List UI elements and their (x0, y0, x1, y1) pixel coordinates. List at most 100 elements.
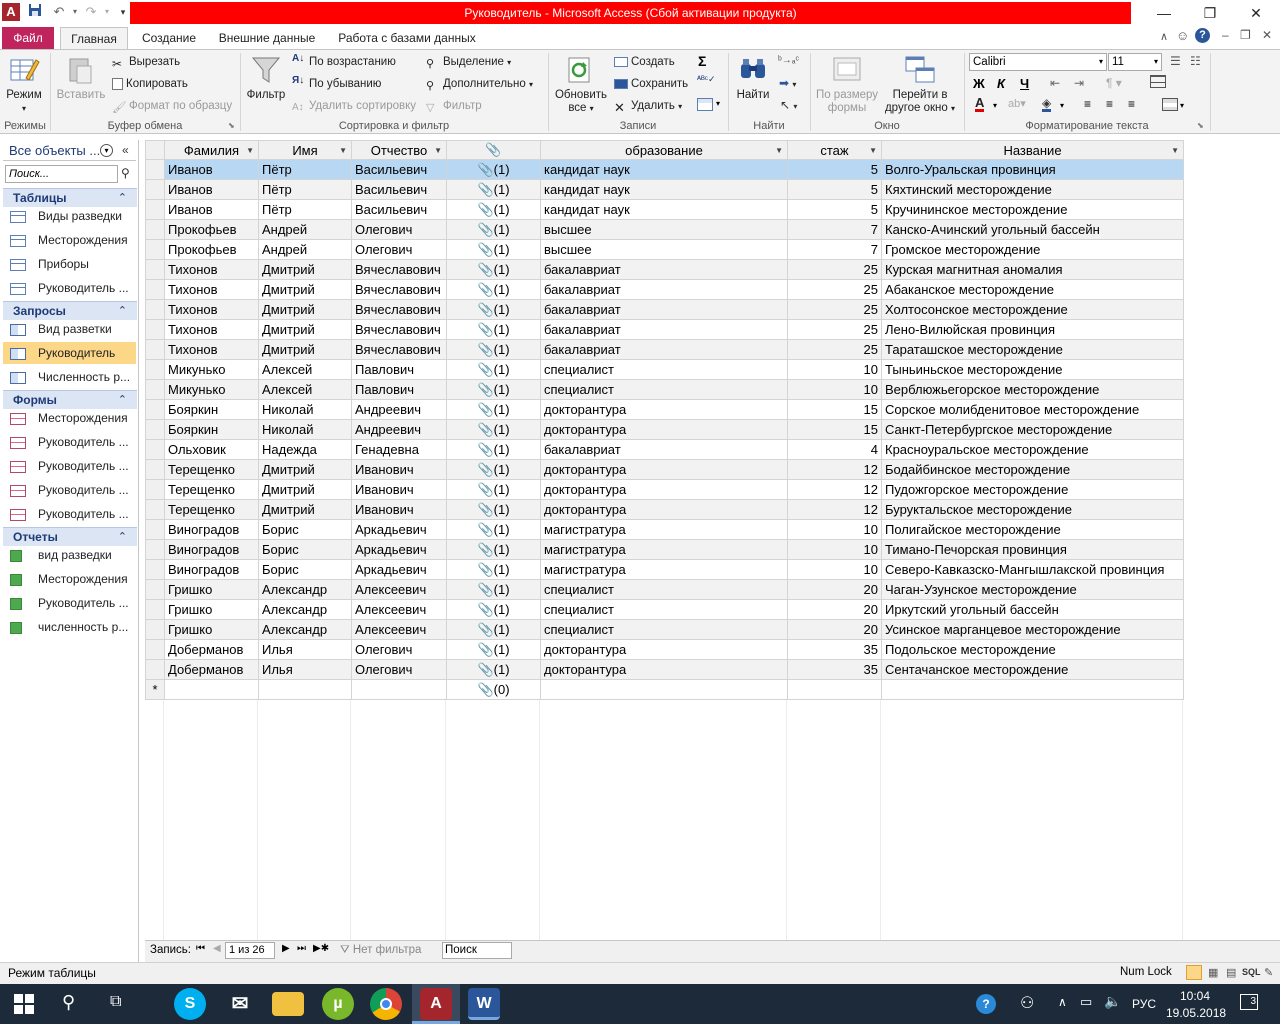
nav-category-icon[interactable]: ▾ (100, 144, 113, 157)
cell-patronymic[interactable]: Олегович (351, 219, 447, 240)
cell-attachment[interactable]: 📎(1) (446, 359, 541, 380)
table-row[interactable]: Иванов Пётр Васильевич 📎(1) кандидат наук 5 Кя… (145, 179, 1184, 200)
cell-firstname[interactable]: Александр (258, 619, 352, 640)
new-record-button[interactable]: Создать (614, 53, 675, 71)
cell-education[interactable]: высшее (540, 239, 788, 260)
sort-descending-button[interactable]: Я↓ По убыванию (292, 75, 381, 93)
table-row[interactable]: Тихонов Дмитрий Вячеславович 📎(1) бакалавриа… (145, 319, 1184, 340)
record-selector[interactable] (145, 459, 165, 480)
record-selector[interactable] (145, 539, 165, 560)
advanced-button[interactable]: ⚲ Дополнительно ▾ (426, 75, 533, 93)
text-format-launcher-icon[interactable]: ⬊ (1197, 121, 1204, 130)
cell-experience[interactable]: 25 (787, 279, 882, 300)
cell-name[interactable]: Лено-Вилюйская провинция (881, 319, 1184, 340)
windows-start-icon[interactable] (14, 994, 34, 1014)
align-center-icon[interactable]: ≡ (1106, 97, 1113, 111)
cell-attachment[interactable]: 📎(1) (446, 319, 541, 340)
font-color-dropdown-icon[interactable]: ▾ (993, 101, 997, 110)
cell-patronymic[interactable]: Аркадьевич (351, 519, 447, 540)
record-selector[interactable] (145, 519, 165, 540)
select-all-corner[interactable] (145, 140, 165, 160)
record-selector[interactable] (145, 599, 165, 620)
column-dropdown-icon[interactable]: ▼ (1171, 142, 1179, 159)
cell-education[interactable]: докторантура (540, 499, 788, 520)
table-row[interactable]: Терещенко Дмитрий Иванович 📎(1) докторантура… (145, 479, 1184, 500)
cell-name[interactable]: Верблюжьегорское месторождение (881, 379, 1184, 400)
cell-name[interactable] (881, 679, 1184, 700)
column-header-experience[interactable]: стаж ▼ (787, 140, 882, 160)
table-row[interactable]: Тихонов Дмитрий Вячеславович 📎(1) бакалавриа… (145, 339, 1184, 360)
cell-firstname[interactable]: Дмитрий (258, 279, 352, 300)
report-item-exploration-type[interactable]: вид разведки (10, 544, 136, 566)
cell-education[interactable] (540, 679, 788, 700)
cell-experience[interactable]: 15 (787, 399, 882, 420)
cell-firstname[interactable]: Пётр (258, 199, 352, 220)
cell-lastname[interactable]: Ольховик (164, 439, 259, 460)
cell-name[interactable]: Подольское месторождение (881, 639, 1184, 660)
column-dropdown-icon[interactable]: ▼ (775, 142, 783, 159)
size-to-fit-button[interactable]: По размеру формы (814, 54, 880, 116)
cell-education[interactable]: бакалавриат (540, 439, 788, 460)
form-item-manager-1[interactable]: Руководитель ... (10, 431, 136, 453)
query-item-manager[interactable]: Руководитель (3, 342, 136, 364)
cell-patronymic[interactable]: Алексеевич (351, 599, 447, 620)
minimize-button[interactable]: — (1144, 0, 1184, 27)
cell-lastname[interactable]: Тихонов (164, 259, 259, 280)
toggle-filter-button[interactable]: ▽ Фильтр (426, 97, 482, 115)
highlight-icon[interactable]: ab▾ (1008, 97, 1026, 110)
cell-attachment[interactable]: 📎(1) (446, 419, 541, 440)
cell-lastname[interactable]: Виноградов (164, 539, 259, 560)
prev-record-button[interactable]: ◀ (213, 943, 221, 954)
tab-file[interactable]: Файл (2, 27, 54, 49)
cell-education[interactable]: специалист (540, 619, 788, 640)
table-row[interactable]: Микунько Алексей Павлович 📎(1) специалист 10 Т… (145, 359, 1184, 380)
cell-attachment[interactable]: 📎(1) (446, 539, 541, 560)
cell-patronymic[interactable]: Васильевич (351, 159, 447, 180)
record-selector[interactable] (145, 619, 165, 640)
cell-attachment[interactable]: 📎(1) (446, 599, 541, 620)
cell-education[interactable]: бакалавриат (540, 259, 788, 280)
cell-lastname[interactable]: Иванов (164, 159, 259, 180)
record-selector[interactable] (145, 279, 165, 300)
cell-lastname[interactable]: Прокофьев (164, 239, 259, 260)
cell-lastname[interactable]: Терещенко (164, 479, 259, 500)
totals-icon[interactable]: Σ (698, 53, 706, 69)
cell-experience[interactable]: 12 (787, 499, 882, 520)
bold-button[interactable]: Ж (973, 76, 985, 91)
cell-name[interactable]: Санкт-Петербургское месторождение (881, 419, 1184, 440)
cell-name[interactable]: Тыньиньское месторождение (881, 359, 1184, 380)
find-button[interactable]: Найти (733, 54, 773, 116)
cell-firstname[interactable]: Александр (258, 599, 352, 620)
column-header-lastname[interactable]: Фамилия ▼ (164, 140, 259, 160)
next-record-button[interactable]: ▶ (282, 943, 290, 954)
cell-attachment[interactable]: 📎(1) (446, 219, 541, 240)
more-records-dropdown-icon[interactable]: ▾ (716, 99, 720, 108)
table-row[interactable]: Терещенко Дмитрий Иванович 📎(1) докторантура… (145, 459, 1184, 480)
query-item-exploration-type[interactable]: Вид разветки (10, 318, 136, 340)
new-record-row[interactable]: * 📎(0) (145, 679, 1184, 700)
save-icon[interactable] (26, 3, 44, 21)
cell-firstname[interactable]: Дмитрий (258, 319, 352, 340)
cell-firstname[interactable]: Пётр (258, 159, 352, 180)
table-row[interactable]: Виноградов Борис Аркадьевич 📎(1) магистратур… (145, 559, 1184, 580)
cell-patronymic[interactable]: Андреевич (351, 399, 447, 420)
cell-patronymic[interactable]: Павлович (351, 379, 447, 400)
notifications-icon[interactable]: 3 (1240, 994, 1258, 1010)
record-selector[interactable] (145, 219, 165, 240)
cell-attachment[interactable]: 📎(1) (446, 479, 541, 500)
cell-firstname[interactable]: Андрей (258, 239, 352, 260)
record-selector[interactable] (145, 339, 165, 360)
table-row[interactable]: Микунько Алексей Павлович 📎(1) специалист 10 В… (145, 379, 1184, 400)
cell-education[interactable]: кандидат наук (540, 199, 788, 220)
doc-close-icon[interactable]: ✕ (1262, 28, 1272, 42)
cell-lastname[interactable]: Доберманов (164, 639, 259, 660)
switch-windows-button[interactable]: Перейти в другое окно ▾ (880, 54, 960, 116)
cell-lastname[interactable]: Гришко (164, 599, 259, 620)
cell-name[interactable]: Холтосонское месторождение (881, 299, 1184, 320)
table-row[interactable]: Доберманов Илья Олегович 📎(1) докторантура 35… (145, 659, 1184, 680)
record-selector[interactable] (145, 179, 165, 200)
cell-lastname[interactable]: Прокофьев (164, 219, 259, 240)
column-dropdown-icon[interactable]: ▼ (339, 142, 347, 159)
fill-color-icon[interactable]: ◈ (1042, 97, 1052, 112)
cell-education[interactable]: бакалавриат (540, 319, 788, 340)
